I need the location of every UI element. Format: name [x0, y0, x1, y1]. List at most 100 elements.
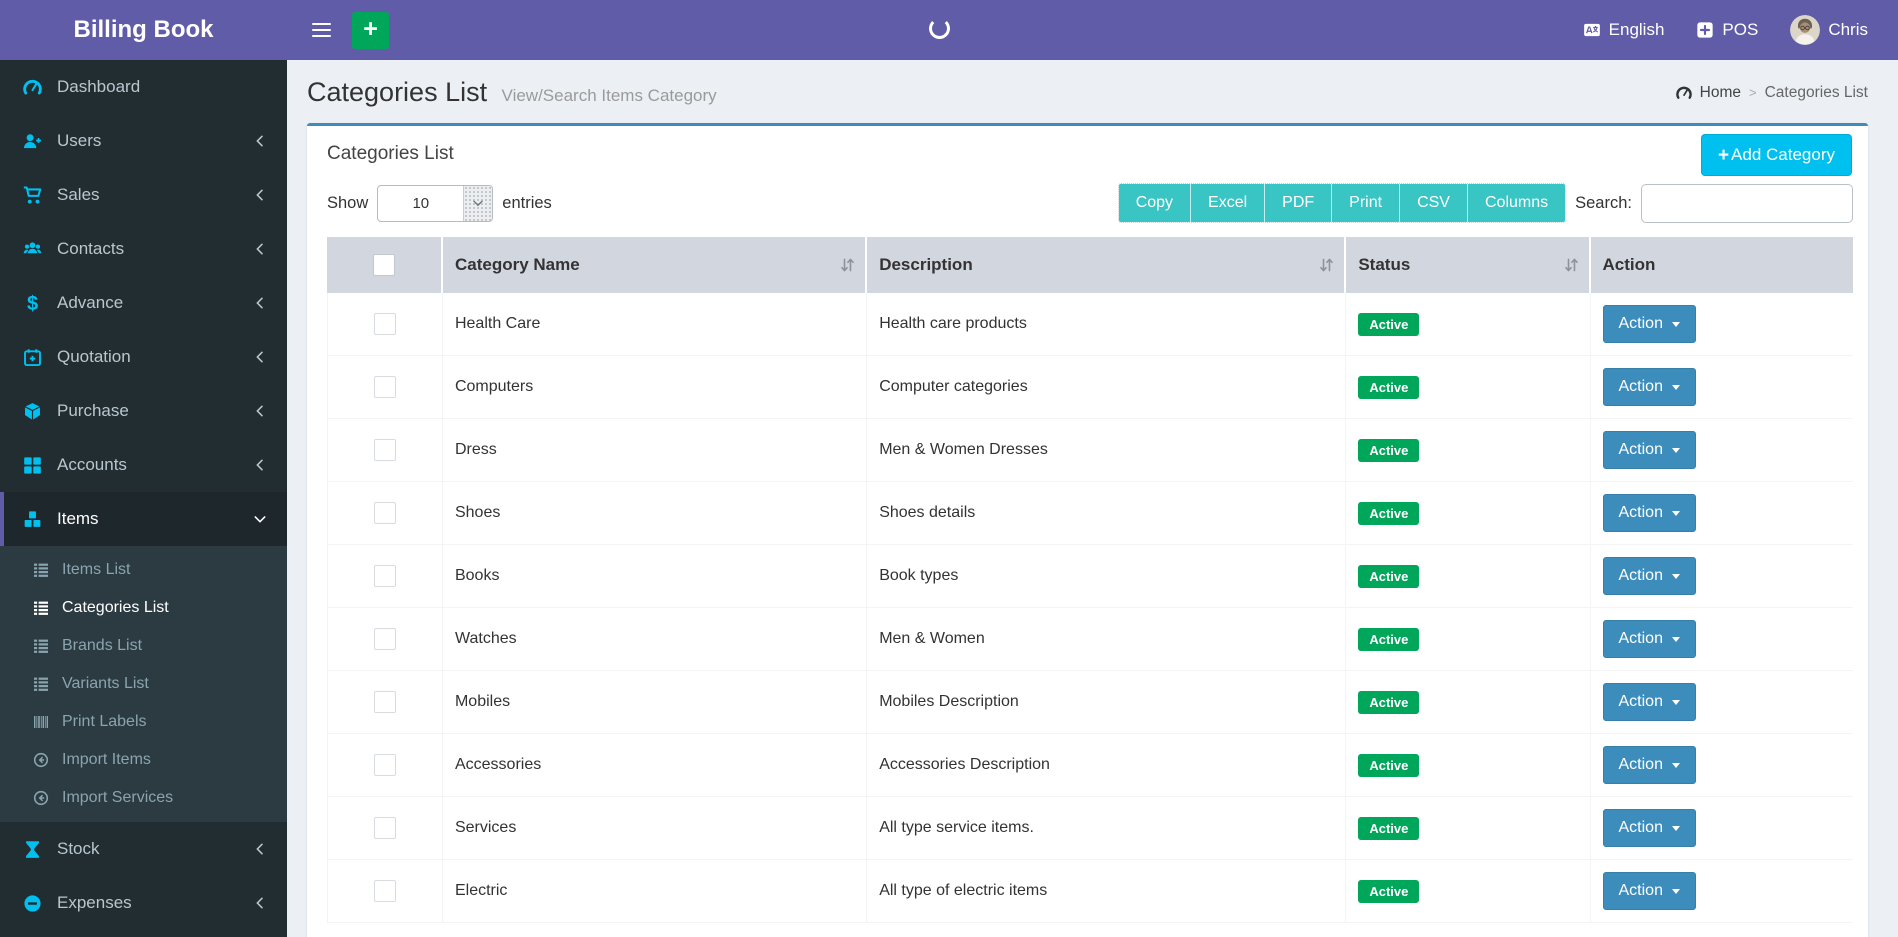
chevron-left-icon — [253, 896, 267, 910]
action-dropdown-button[interactable]: Action — [1603, 431, 1696, 469]
submenu-item-brands-list[interactable]: Brands List — [0, 627, 287, 665]
sidebar-item-users[interactable]: Users — [0, 114, 287, 168]
export-copy-button[interactable]: Copy — [1119, 184, 1191, 222]
categories-box: Categories List + Add Category Show 10 e… — [307, 123, 1868, 937]
breadcrumb-home-link[interactable]: Home — [1700, 84, 1741, 102]
category-name: Dress — [455, 441, 497, 458]
cubes-icon — [23, 510, 42, 529]
sidebar-toggle-button[interactable] — [307, 15, 336, 46]
dollar-icon: $ — [23, 294, 42, 313]
hourglass-icon — [23, 840, 42, 859]
language-menu[interactable]: English — [1583, 20, 1665, 40]
quick-add-button[interactable]: + — [352, 12, 389, 49]
list-icon — [33, 676, 49, 692]
export-excel-button[interactable]: Excel — [1191, 184, 1265, 222]
sidebar-item-items[interactable]: Items — [0, 492, 287, 546]
sidebar-item-advance[interactable]: $ Advance — [0, 276, 287, 330]
sidebar-item-sales[interactable]: Sales — [0, 168, 287, 222]
status-badge: Active — [1358, 628, 1419, 651]
table-row: Health Care Health care products Active … — [327, 293, 1853, 356]
row-checkbox[interactable] — [374, 754, 396, 776]
category-description: Men & Women — [879, 630, 985, 647]
chevron-left-icon — [253, 404, 267, 418]
user-menu[interactable]: Chris — [1790, 15, 1868, 45]
row-checkbox[interactable] — [374, 313, 396, 335]
minus-circle-icon — [23, 894, 42, 913]
category-name: Health Care — [455, 315, 540, 332]
status-badge: Active — [1358, 313, 1419, 336]
box-header: Categories List + Add Category — [307, 126, 1868, 175]
sidebar-item-contacts[interactable]: Contacts — [0, 222, 287, 276]
submenu-item-import-services[interactable]: Import Services — [0, 779, 287, 817]
category-name: Shoes — [455, 504, 500, 521]
action-dropdown-button[interactable]: Action — [1603, 557, 1696, 595]
breadcrumb-current: Categories List — [1765, 84, 1868, 102]
row-checkbox[interactable] — [374, 628, 396, 650]
sidebar-item-dashboard[interactable]: Dashboard — [0, 60, 287, 114]
submenu-item-variants-list[interactable]: Variants List — [0, 665, 287, 703]
sidebar-item-purchase[interactable]: Purchase — [0, 384, 287, 438]
action-dropdown-button[interactable]: Action — [1603, 683, 1696, 721]
status-badge: Active — [1358, 880, 1419, 903]
row-checkbox[interactable] — [374, 880, 396, 902]
submenu-item-import-items[interactable]: Import Items — [0, 741, 287, 779]
status-badge: Active — [1358, 817, 1419, 840]
status-badge: Active — [1358, 376, 1419, 399]
add-category-button[interactable]: + Add Category — [1701, 134, 1852, 176]
row-checkbox[interactable] — [374, 439, 396, 461]
box-title: Categories List — [327, 143, 1848, 165]
avatar — [1790, 15, 1820, 45]
gauge-icon — [1676, 85, 1692, 101]
submenu-item-print-labels[interactable]: Print Labels — [0, 703, 287, 741]
header-status[interactable]: Status — [1346, 237, 1590, 293]
action-dropdown-button[interactable]: Action — [1603, 368, 1696, 406]
submenu-item-items-list[interactable]: Items List — [0, 551, 287, 589]
search-label: Search: — [1575, 194, 1632, 213]
action-dropdown-button[interactable]: Action — [1603, 305, 1696, 343]
sidebar-item-stock[interactable]: Stock — [0, 822, 287, 876]
row-checkbox[interactable] — [374, 565, 396, 587]
chevron-left-icon — [253, 842, 267, 856]
select-all-checkbox[interactable] — [373, 254, 395, 276]
items-submenu: Items List Categories List Brands List V… — [0, 546, 287, 822]
row-checkbox[interactable] — [374, 817, 396, 839]
export-csv-button[interactable]: CSV — [1400, 184, 1468, 222]
columns-visibility-button[interactable]: Columns — [1468, 184, 1565, 222]
category-name: Computers — [455, 378, 533, 395]
row-checkbox[interactable] — [374, 376, 396, 398]
caret-down-icon — [1672, 511, 1680, 516]
table-header-row: Category Name Description Status Action — [327, 237, 1853, 293]
brand-logo[interactable]: Billing Book — [0, 0, 287, 60]
search-input[interactable] — [1641, 184, 1853, 223]
action-dropdown-button[interactable]: Action — [1603, 746, 1696, 784]
submenu-item-categories-list[interactable]: Categories List — [0, 589, 287, 627]
export-pdf-button[interactable]: PDF — [1265, 184, 1332, 222]
action-dropdown-button[interactable]: Action — [1603, 809, 1696, 847]
sidebar-item-accounts[interactable]: Accounts — [0, 438, 287, 492]
page-title: Categories List — [307, 77, 487, 107]
category-name: Services — [455, 819, 516, 836]
category-name: Books — [455, 567, 499, 584]
pos-button[interactable]: POS — [1696, 20, 1758, 40]
sidebar-item-expenses[interactable]: Expenses — [0, 876, 287, 930]
action-dropdown-button[interactable]: Action — [1603, 872, 1696, 910]
calendar-plus-icon — [23, 348, 42, 367]
page-length-select[interactable]: 10 — [377, 185, 493, 222]
header-description[interactable]: Description — [867, 237, 1346, 293]
action-dropdown-button[interactable]: Action — [1603, 620, 1696, 658]
header-category-name[interactable]: Category Name — [443, 237, 867, 293]
list-icon — [33, 600, 49, 616]
pos-label: POS — [1722, 20, 1758, 40]
status-badge: Active — [1358, 502, 1419, 525]
export-print-button[interactable]: Print — [1332, 184, 1400, 222]
list-icon — [33, 562, 49, 578]
action-dropdown-button[interactable]: Action — [1603, 494, 1696, 532]
row-checkbox[interactable] — [374, 691, 396, 713]
navbar-right: English POS Chris — [1583, 15, 1898, 45]
category-name: Accessories — [455, 756, 541, 773]
users-icon — [23, 240, 42, 259]
row-checkbox[interactable] — [374, 502, 396, 524]
sidebar-item-quotation[interactable]: Quotation — [0, 330, 287, 384]
breadcrumb: Home > Categories List — [1676, 84, 1868, 102]
status-badge: Active — [1358, 565, 1419, 588]
